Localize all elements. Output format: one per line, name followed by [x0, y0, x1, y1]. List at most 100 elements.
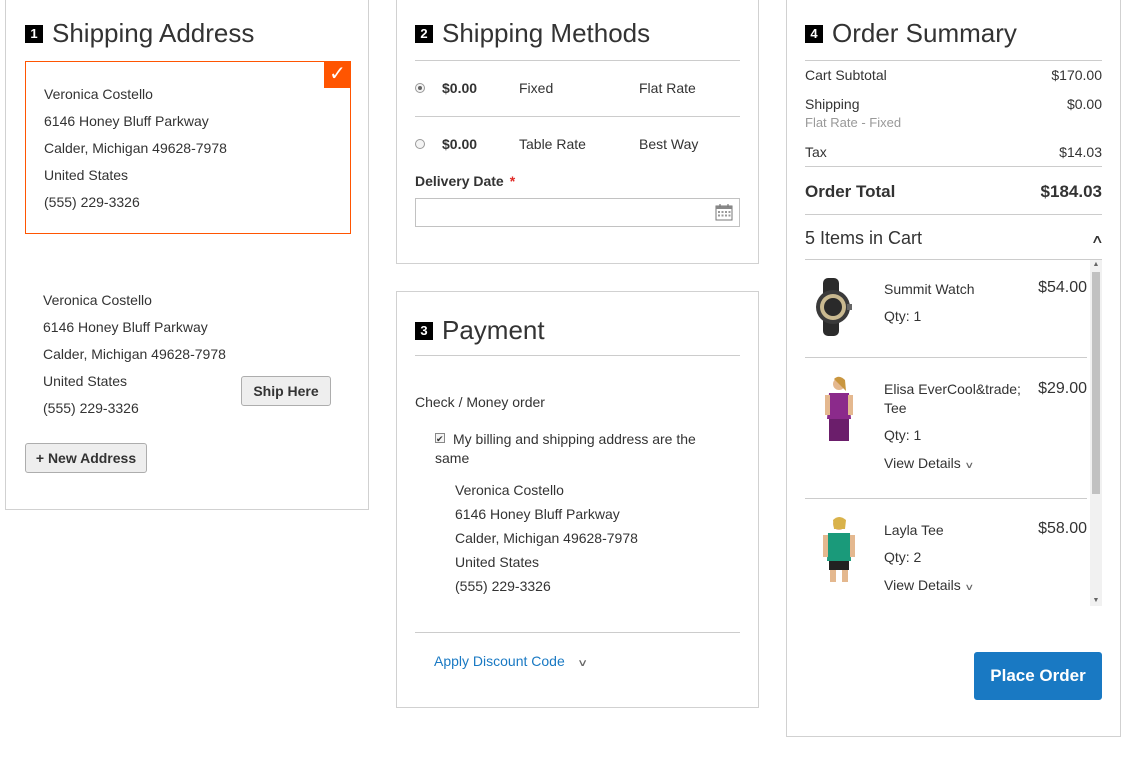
- method-radio[interactable]: [415, 83, 425, 93]
- section-title: Order Summary: [832, 18, 1017, 48]
- chevron-down-icon: ∨: [964, 460, 975, 470]
- method-price: $0.00: [442, 80, 478, 96]
- product-name: Layla Tee: [884, 522, 944, 538]
- delivery-date-input[interactable]: [415, 198, 740, 227]
- section-title: Shipping Methods: [442, 18, 651, 48]
- chevron-down-icon: ∨: [576, 658, 588, 669]
- scroll-down-arrow-icon[interactable]: ▼: [1090, 596, 1102, 606]
- payment-method-label: Check / Money order: [415, 394, 545, 410]
- method-title: Fixed: [519, 80, 554, 96]
- method-title: Table Rate: [519, 136, 586, 152]
- product-price: $54.00: [1038, 279, 1087, 296]
- ship-here-button[interactable]: Ship Here: [241, 376, 331, 406]
- product-price: $58.00: [1038, 520, 1087, 537]
- order-summary-panel: 4 Order Summary Cart Subtotal $170.00 Sh…: [786, 0, 1121, 737]
- step-number: 3: [415, 321, 433, 340]
- view-details-link[interactable]: View Details ∨: [884, 455, 975, 471]
- address-name: Veronica Costello: [43, 292, 152, 308]
- order-total-row: Order Total $184.03: [805, 182, 1102, 202]
- new-address-label: New Address: [47, 450, 137, 466]
- scroll-up-arrow-icon[interactable]: ▲: [1090, 260, 1102, 270]
- divider: [415, 116, 740, 117]
- shipping-method-row[interactable]: $0.00 Fixed Flat Rate: [415, 78, 740, 98]
- place-order-button[interactable]: Place Order: [974, 652, 1102, 700]
- divider: [805, 214, 1102, 215]
- divider: [415, 355, 740, 356]
- items-in-cart-toggle[interactable]: 5 Items in Cart ∧: [805, 228, 1104, 249]
- product-price: $29.00: [1038, 380, 1087, 397]
- order-total-label: Order Total: [805, 182, 896, 201]
- step-number: 4: [805, 24, 823, 43]
- discount-label: Apply Discount Code: [434, 653, 565, 669]
- new-address-button[interactable]: + New Address: [25, 443, 147, 473]
- address-street: 6146 Honey Bluff Parkway: [44, 113, 209, 129]
- method-carrier: Best Way: [639, 136, 699, 152]
- product-image-watch: [816, 278, 852, 336]
- tax-row: Tax $14.03: [805, 144, 1102, 160]
- address-country: United States: [44, 167, 129, 183]
- product-qty: Qty: 2: [884, 549, 922, 565]
- billing-address: Veronica Costello 6146 Honey Bluff Parkw…: [455, 478, 638, 598]
- step-number: 1: [25, 24, 43, 43]
- shipping-value: $0.00: [1066, 96, 1102, 112]
- address-name: Veronica Costello: [455, 482, 564, 498]
- section-title: Payment: [442, 315, 545, 345]
- checkmark-icon: ✓: [324, 61, 351, 88]
- address-city: Calder, Michigan 49628-7978: [43, 346, 226, 362]
- product-name: Summit Watch: [884, 281, 975, 297]
- step-number: 2: [415, 24, 433, 43]
- address-city: Calder, Michigan 49628-7978: [44, 140, 227, 156]
- product-qty: Qty: 1: [884, 308, 922, 324]
- method-carrier: Flat Rate: [639, 80, 696, 96]
- plus-icon: +: [35, 450, 45, 466]
- order-total-value: $184.03: [1040, 182, 1102, 201]
- selected-address-card[interactable]: ✓ Veronica Costello 6146 Honey Bluff Par…: [25, 61, 351, 234]
- view-details-label: View Details: [884, 455, 961, 471]
- divider: [415, 60, 740, 61]
- shipping-method-row[interactable]: $0.00 Table Rate Best Way: [415, 134, 740, 154]
- checkbox-icon[interactable]: [435, 430, 445, 449]
- address-street: 6146 Honey Bluff Parkway: [43, 319, 208, 335]
- view-details-link[interactable]: View Details ∨: [884, 577, 975, 593]
- delivery-date-text: Delivery Date: [415, 173, 504, 189]
- payment-title: 3 Payment: [415, 315, 545, 346]
- calendar-icon[interactable]: [715, 203, 733, 221]
- shipping-row: Shipping $0.00: [805, 96, 1102, 112]
- address-name: Veronica Costello: [44, 86, 153, 102]
- billing-same-checkbox[interactable]: My billing and shipping address are the …: [435, 430, 715, 468]
- chevron-down-icon: ∨: [964, 582, 975, 592]
- scrollbar-thumb[interactable]: [1092, 272, 1100, 494]
- required-mark: *: [509, 173, 516, 189]
- product-name: Elisa EverCool&trade; Tee: [884, 381, 1021, 416]
- delivery-date-label: Delivery Date *: [415, 173, 515, 189]
- section-title: Shipping Address: [52, 18, 255, 48]
- address-phone: (555) 229-3326: [455, 578, 551, 594]
- billing-same-label: My billing and shipping address are the …: [435, 431, 696, 466]
- shipping-method-note: Flat Rate - Fixed: [805, 115, 1102, 130]
- cart-subtotal-value: $170.00: [1051, 67, 1102, 83]
- divider: [415, 632, 740, 633]
- divider: [805, 357, 1087, 358]
- cart-subtotal-row: Cart Subtotal $170.00: [805, 67, 1102, 83]
- product-qty: Qty: 1: [884, 427, 922, 443]
- items-scrollbar[interactable]: ▲ ▼: [1090, 260, 1102, 606]
- divider: [805, 60, 1102, 61]
- method-radio[interactable]: [415, 139, 425, 149]
- cart-subtotal-label: Cart Subtotal: [805, 67, 887, 83]
- apply-discount-link[interactable]: Apply Discount Code ∨: [434, 653, 588, 669]
- shipping-method-text: Flat Rate - Fixed: [805, 115, 902, 130]
- divider: [805, 498, 1087, 499]
- cart-items-list[interactable]: Summit Watch $54.00 Qty: 1 Elisa EverCoo…: [805, 260, 1102, 606]
- shipping-methods-title: 2 Shipping Methods: [415, 18, 650, 49]
- tax-label: Tax: [805, 144, 827, 160]
- shipping-address-panel: 1 Shipping Address ✓ Veronica Costello 6…: [5, 0, 369, 510]
- shipping-label: Shipping: [805, 96, 860, 112]
- method-price: $0.00: [442, 136, 478, 152]
- address-city: Calder, Michigan 49628-7978: [455, 530, 638, 546]
- shipping-address-title: 1 Shipping Address: [25, 18, 254, 49]
- tax-value: $14.03: [1059, 144, 1102, 160]
- items-in-cart-label: 5 Items in Cart: [805, 228, 923, 248]
- address-street: 6146 Honey Bluff Parkway: [455, 506, 620, 522]
- address-country: United States: [455, 554, 540, 570]
- product-image-tee-purple: [825, 376, 853, 441]
